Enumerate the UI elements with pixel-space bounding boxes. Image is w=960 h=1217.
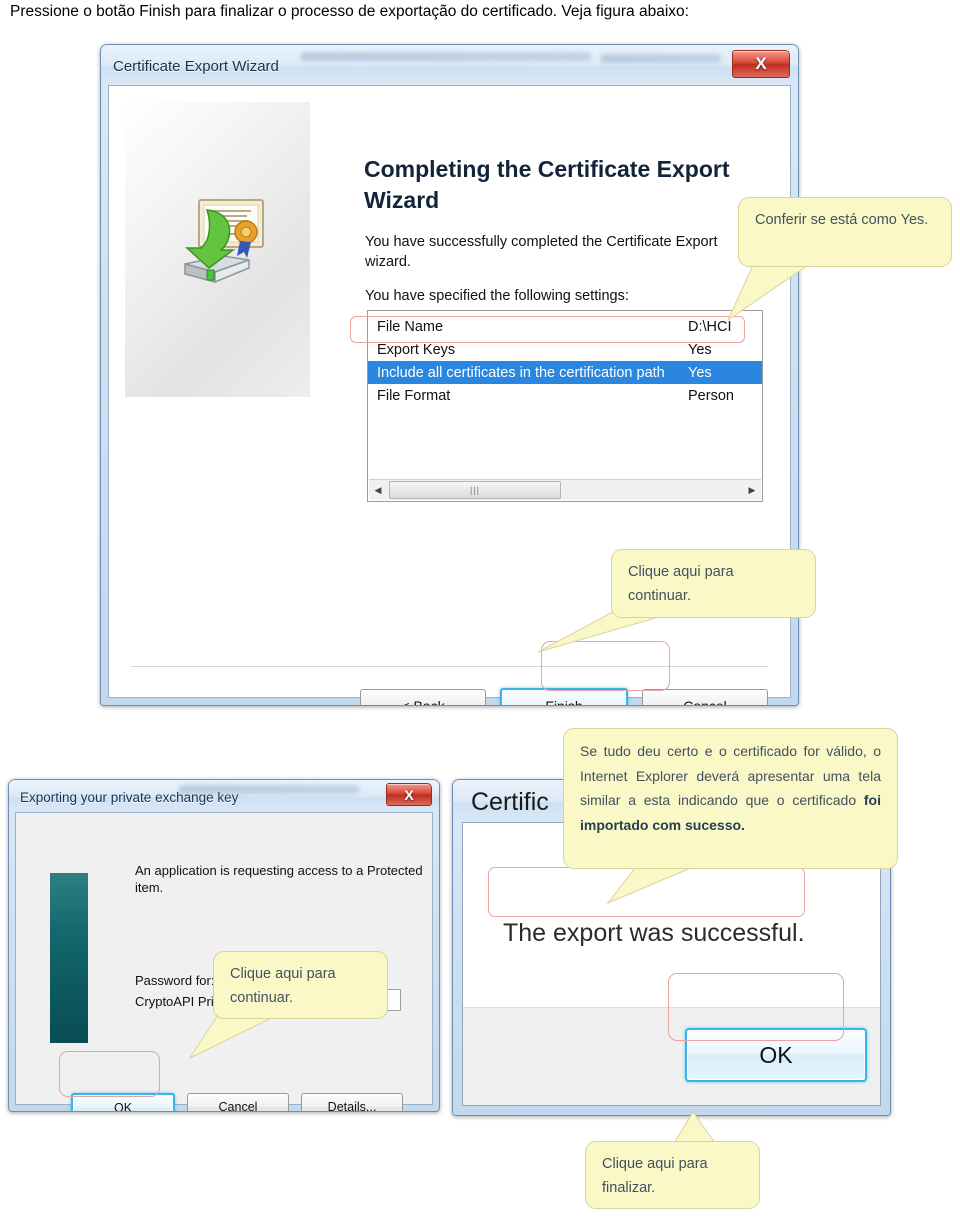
- success-dialog-footer: OK: [463, 1007, 880, 1105]
- listbox-horizontal-scrollbar[interactable]: ◀ ||| ▶: [369, 479, 761, 500]
- key-dialog-button-row: OK Cancel Details...: [71, 1093, 403, 1111]
- success-ok-button[interactable]: OK: [685, 1028, 867, 1082]
- certificate-export-icon: [163, 194, 273, 289]
- scroll-left-arrow-icon[interactable]: ◀: [369, 481, 387, 499]
- scroll-right-arrow-icon[interactable]: ▶: [743, 481, 761, 499]
- wizard-side-banner: [125, 102, 310, 397]
- scrollbar-thumb[interactable]: |||: [389, 481, 561, 499]
- wizard-button-row: < Back Finish Cancel: [360, 688, 768, 705]
- wizard-paragraph-success: You have successfully completed the Cert…: [365, 234, 718, 270]
- callout-click-finish: Clique aqui para finalizar.: [585, 1141, 760, 1209]
- titlebar-blur-artifact-2: [601, 54, 721, 63]
- setting-label: Include all certificates in the certific…: [377, 364, 665, 381]
- key-dialog-side-banner: [50, 873, 88, 1043]
- callout-click-continue-wizard: Clique aqui para continuar.: [611, 549, 816, 618]
- titlebar-blur-artifact: [301, 52, 591, 61]
- wizard-separator: [131, 666, 768, 667]
- settings-listbox[interactable]: File Name D:\HCI Export Keys Yes Include all…: [367, 310, 763, 502]
- wizard-titlebar[interactable]: Certificate Export Wizard X: [101, 45, 798, 87]
- close-icon[interactable]: X: [732, 50, 790, 78]
- table-row[interactable]: Export Keys Yes: [368, 338, 762, 361]
- setting-label: Export Keys: [377, 341, 456, 358]
- setting-value: Person: [688, 387, 734, 404]
- page-root: Pressione o botão Finish para finalizar …: [0, 0, 960, 1217]
- setting-value: Yes: [688, 341, 712, 358]
- wizard-title: Certificate Export Wizard: [113, 57, 279, 75]
- wizard-paragraph-settings: You have specified the following setting…: [365, 288, 629, 304]
- cancel-button[interactable]: Cancel: [642, 689, 768, 705]
- success-message-wrap: The export was successful.: [503, 919, 805, 948]
- settings-rows: File Name D:\HCI Export Keys Yes Include all…: [368, 315, 762, 407]
- callout-success-note: Se tudo deu certo e o certificado for vá…: [563, 728, 898, 869]
- table-row[interactable]: File Format Person: [368, 384, 762, 407]
- success-dialog-title: Certific: [471, 787, 549, 816]
- close-icon[interactable]: X: [386, 783, 432, 806]
- key-ok-button[interactable]: OK: [71, 1093, 175, 1111]
- callout-success-note-text: Se tudo deu certo e o certificado for vá…: [580, 743, 881, 808]
- key-details-button[interactable]: Details...: [301, 1093, 403, 1111]
- back-button[interactable]: < Back: [360, 689, 486, 705]
- finish-button[interactable]: Finish: [500, 688, 628, 705]
- key-dialog-title: Exporting your private exchange key: [20, 789, 239, 805]
- table-row[interactable]: Include all certificates in the certific…: [368, 361, 762, 384]
- callout-click-continue-key: Clique aqui para continuar.: [213, 951, 388, 1019]
- key-dialog-message: An application is requesting access to a…: [135, 863, 423, 895]
- setting-label: File Format: [377, 387, 451, 404]
- success-message: The export was successful.: [503, 919, 805, 947]
- wizard-heading: Completing the Certificate Export Wizard: [364, 156, 730, 213]
- table-row[interactable]: File Name D:\HCI: [368, 315, 762, 338]
- callout-check-yes: Conferir se está como Yes.: [738, 197, 952, 267]
- intro-paragraph: Pressione o botão Finish para finalizar …: [10, 3, 689, 20]
- password-label: Password for:: [135, 973, 215, 988]
- key-cancel-button[interactable]: Cancel: [187, 1093, 289, 1111]
- setting-value: Yes: [688, 364, 712, 381]
- setting-label: File Name: [377, 318, 444, 335]
- key-dialog-titlebar[interactable]: Exporting your private exchange key X: [9, 780, 439, 814]
